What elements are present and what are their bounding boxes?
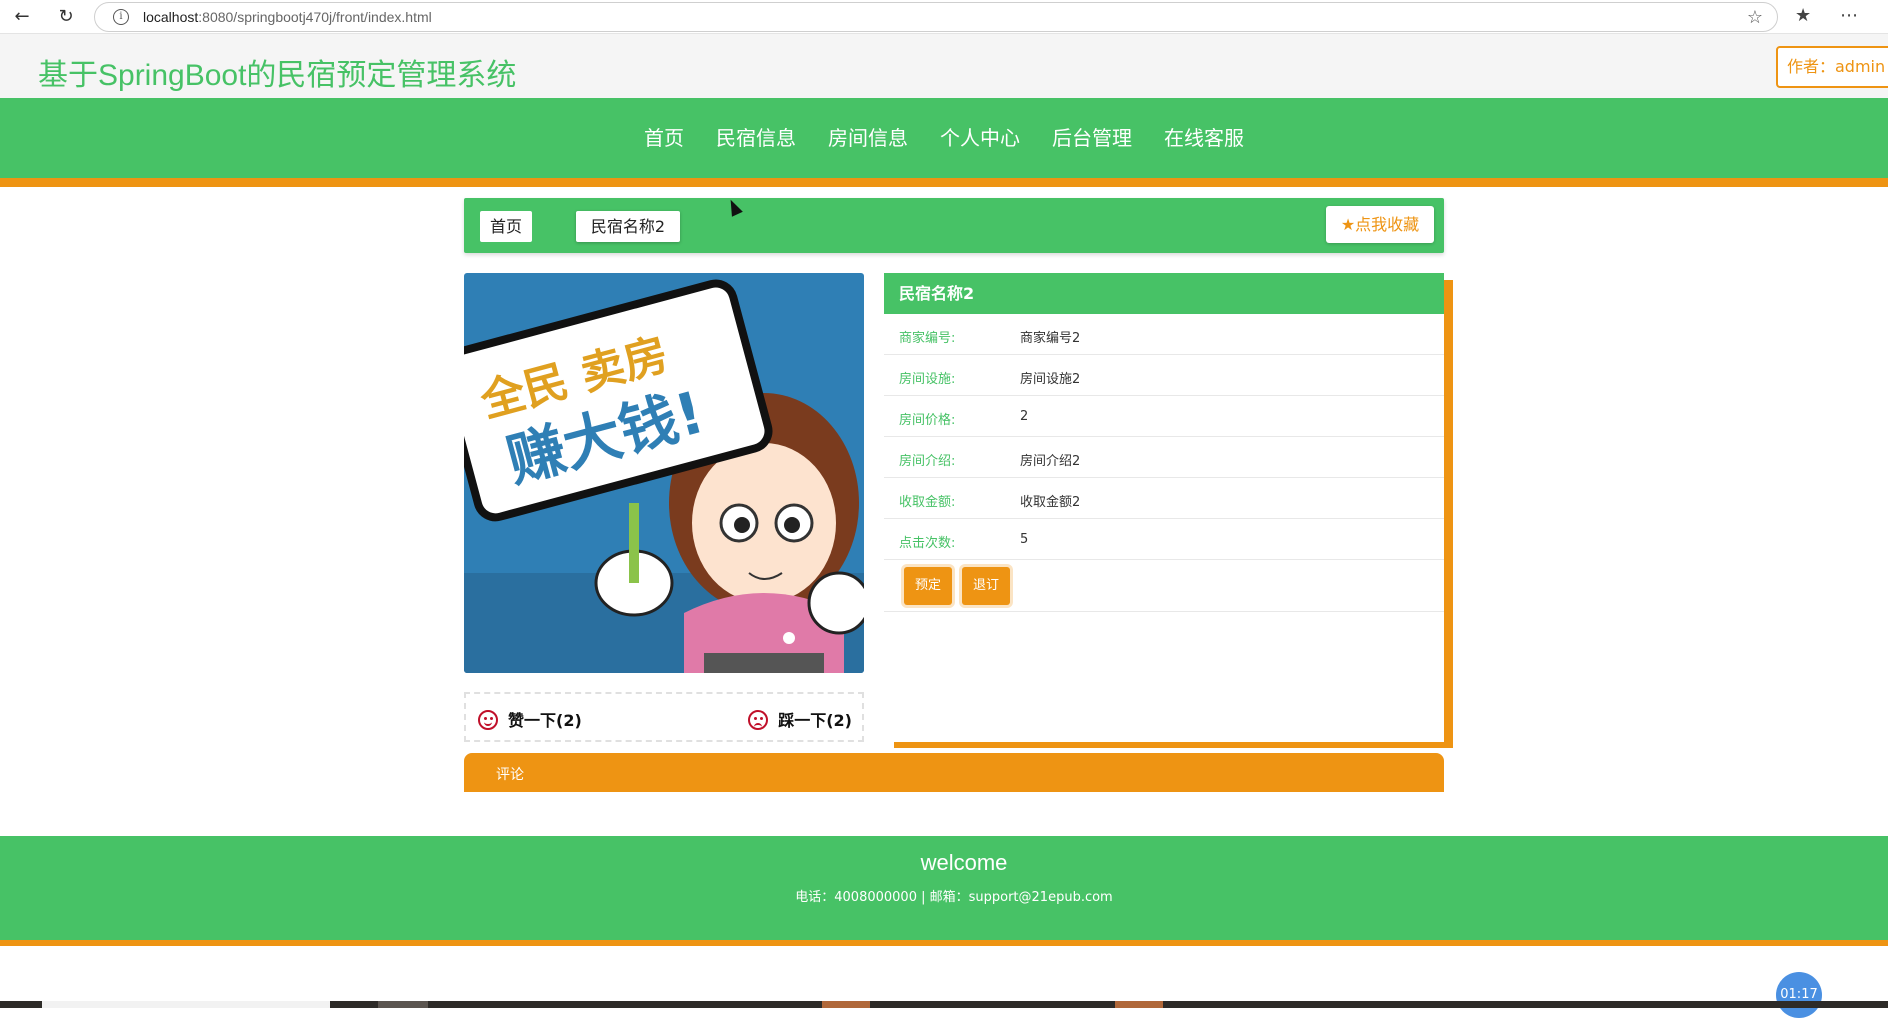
detail-row: 商家编号: 商家编号2: [884, 314, 1444, 355]
detail-panel: 民宿名称2 商家编号: 商家编号2 房间设施: 房间设施2 房间价格: 2 房间介绍:…: [884, 273, 1444, 742]
author-badge[interactable]: 作者：admin: [1776, 46, 1888, 88]
detail-row: 收取金额: 收取金额2: [884, 478, 1444, 519]
field-label: 商家编号:: [899, 331, 956, 346]
field-value: 收取金额2: [1020, 495, 1081, 510]
address-bar[interactable]: i localhost:8080/springbootj470j/front/i…: [94, 2, 1778, 32]
field-value: 2: [1020, 409, 1029, 424]
nav-item-admin[interactable]: 后台管理: [1052, 122, 1132, 151]
dislike-button[interactable]: 踩一下(2): [748, 707, 852, 731]
field-label: 房间设施:: [899, 372, 956, 387]
footer-title: welcome: [920, 850, 1008, 875]
field-value: 5: [1020, 532, 1029, 547]
browser-toolbar: ← ↻ i localhost:8080/springbootj470j/fro…: [0, 0, 1888, 34]
like-label: 赞一下(2): [508, 711, 582, 730]
nav-item-home[interactable]: 首页: [644, 122, 684, 151]
breadcrumb-home[interactable]: 首页: [480, 211, 532, 242]
nav-item-homestay[interactable]: 民宿信息: [716, 122, 796, 151]
url-text: localhost:8080/springbootj470j/front/ind…: [143, 9, 432, 25]
more-menu-icon[interactable]: ⋯: [1840, 5, 1858, 26]
detail-row: 房间价格: 2: [884, 396, 1444, 437]
taskbar: [0, 1001, 1888, 1008]
field-label: 点击次数:: [899, 536, 956, 551]
nav-item-rooms[interactable]: 房间信息: [828, 122, 908, 151]
smile-icon: [478, 710, 498, 730]
footer-stripe: [0, 940, 1888, 946]
breadcrumb-current: 民宿名称2: [576, 211, 680, 242]
like-button[interactable]: 赞一下(2): [478, 707, 582, 731]
detail-row: 房间介绍: 房间介绍2: [884, 437, 1444, 478]
nav-item-support[interactable]: 在线客服: [1164, 122, 1244, 151]
field-value: 房间介绍2: [1020, 454, 1081, 469]
dislike-label: 踩一下(2): [778, 711, 852, 730]
favorite-button[interactable]: ★点我收藏: [1326, 206, 1434, 243]
bookmark-star-icon[interactable]: ☆: [1747, 7, 1763, 28]
book-button[interactable]: 预定: [904, 567, 952, 605]
detail-row: 点击次数: 5: [884, 519, 1444, 560]
comments-label: 评论: [496, 767, 524, 783]
site-header: 基于SpringBoot的民宿预定管理系统 作者：admin: [0, 34, 1888, 98]
field-label: 房间介绍:: [899, 454, 956, 469]
footer: welcome 电话：4008000000 | 邮箱：support@21epu…: [0, 836, 1888, 940]
breadcrumb: 首页 民宿名称2 ★点我收藏: [464, 198, 1444, 253]
frown-icon: [748, 710, 769, 730]
timer-badge[interactable]: 01:17: [1776, 972, 1822, 1018]
detail-title: 民宿名称2: [884, 273, 1444, 314]
nav-stripe: [0, 178, 1888, 187]
detail-accent-right: [1444, 280, 1453, 747]
back-arrow-icon[interactable]: ←: [10, 5, 34, 29]
vote-box: 赞一下(2) 踩一下(2): [464, 692, 864, 742]
detail-row: 房间设施: 房间设施2: [884, 355, 1444, 396]
action-row: 预定 退订: [884, 560, 1444, 612]
favorites-icon[interactable]: ★: [1795, 5, 1811, 26]
cancel-booking-button[interactable]: 退订: [962, 567, 1010, 605]
reload-icon[interactable]: ↻: [54, 5, 78, 29]
field-value: 房间设施2: [1020, 372, 1081, 387]
site-info-icon[interactable]: i: [113, 9, 129, 25]
field-label: 收取金额:: [899, 495, 956, 510]
site-title: 基于SpringBoot的民宿预定管理系统: [38, 59, 517, 92]
footer-contact: 电话：4008000000 | 邮箱：support@21epub.com: [795, 890, 1113, 905]
comments-header[interactable]: 评论: [464, 753, 1444, 792]
main-nav: 首页 民宿信息 房间信息 个人中心 后台管理 在线客服: [0, 98, 1888, 178]
detail-accent-bottom: [894, 742, 1453, 748]
star-icon: ★: [1340, 215, 1356, 234]
field-label: 房间价格:: [899, 413, 956, 428]
homestay-image: 全民 卖房 赚大钱!: [464, 273, 864, 673]
favorite-label: 点我收藏: [1355, 215, 1420, 234]
nav-item-profile[interactable]: 个人中心: [940, 122, 1020, 151]
field-value: 商家编号2: [1020, 331, 1081, 346]
